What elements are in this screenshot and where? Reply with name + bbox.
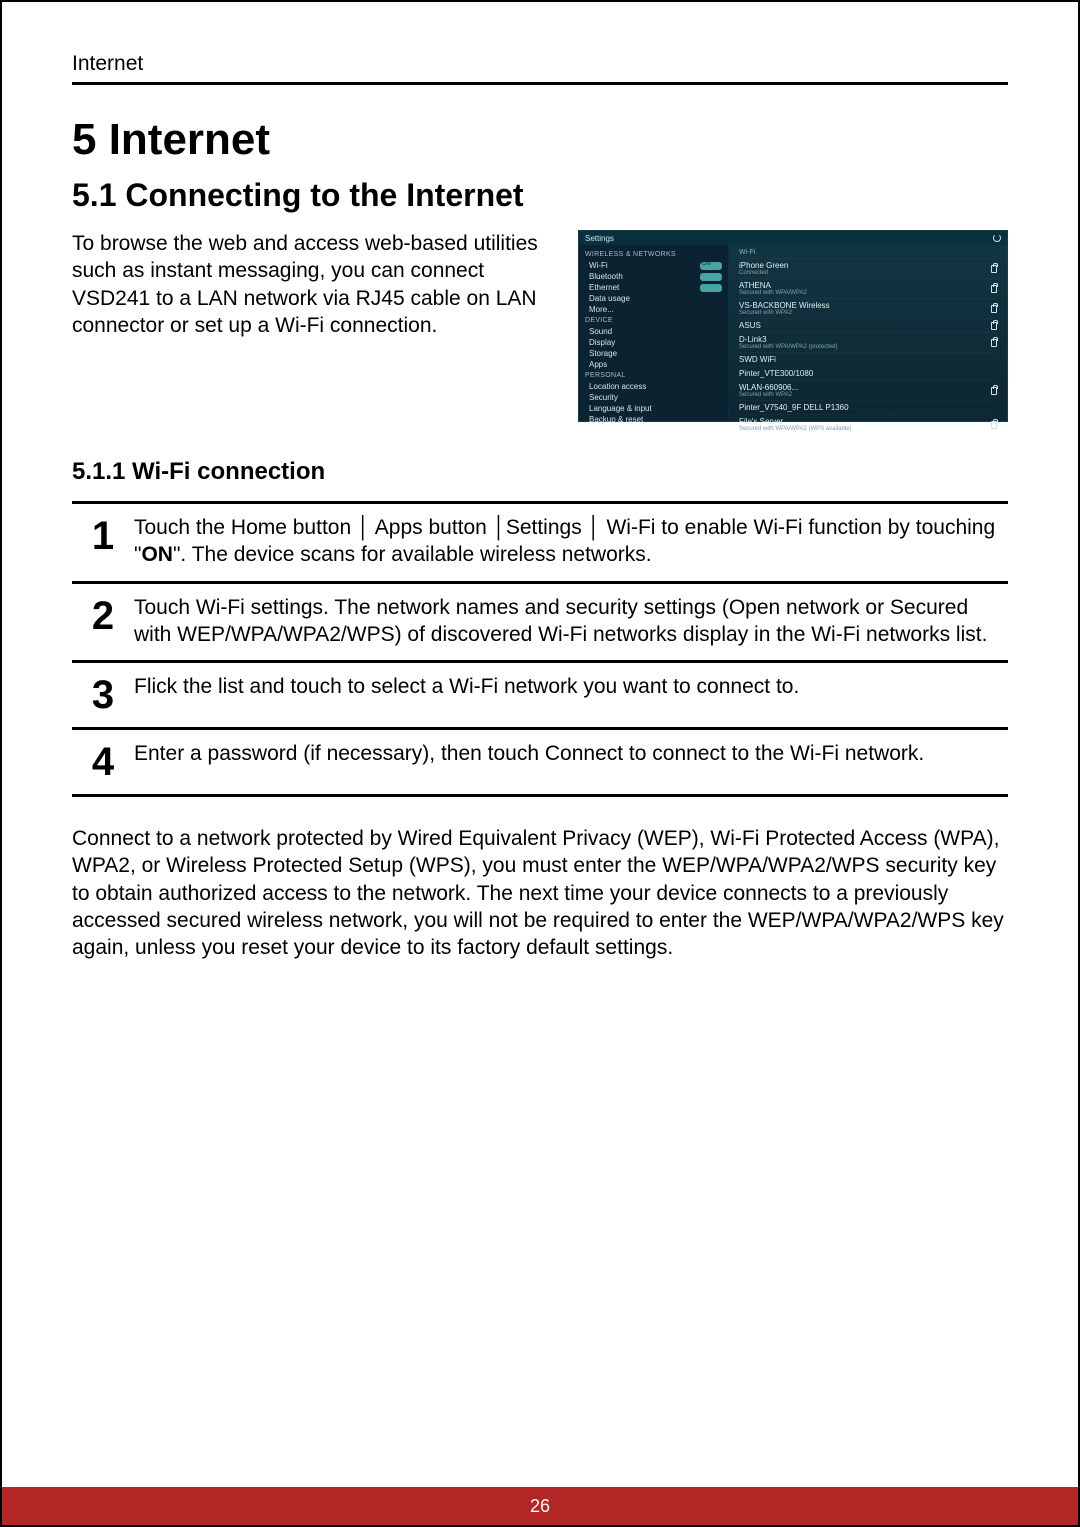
wifi-row: ATHENASecured with WPA/WPA2 (739, 278, 997, 298)
sidebar-item-bluetooth: Bluetooth (585, 271, 726, 282)
sidebar-item-security: Security (585, 392, 726, 403)
page-number: 26 (530, 1496, 550, 1517)
screenshot-title: Settings (585, 234, 614, 243)
settings-left-pane: WIRELESS & NETWORKS Wi-Fi Bluetooth Ethe… (579, 245, 729, 421)
left-section-label: DEVICE (585, 317, 726, 324)
sidebar-item-wifi: Wi-Fi (585, 260, 726, 271)
wifi-row: iPhone GreenConnected (739, 258, 997, 278)
step-row: 2 Touch Wi-Fi settings. The network name… (72, 581, 1008, 664)
refresh-icon (993, 234, 1001, 242)
page-footer: 26 (2, 1487, 1078, 1525)
sidebar-item-ethernet: Ethernet (585, 282, 726, 293)
sidebar-item-datausage: Data usage (585, 293, 726, 304)
lock-icon (991, 387, 997, 395)
lock-icon (991, 305, 997, 313)
sidebar-item-language: Language & input (585, 403, 726, 414)
wifi-row: SWD WiFi (739, 352, 997, 366)
toggle-icon (700, 284, 722, 292)
running-header: Internet (72, 52, 1008, 85)
lock-icon (991, 265, 997, 273)
wifi-row: Pinter_VTE300/1080 (739, 366, 997, 380)
toggle-on-icon (700, 262, 722, 270)
sidebar-item-backup: Backup & reset (585, 414, 726, 425)
right-pane-header: Wi-Fi (739, 249, 997, 256)
wifi-row: D-Link3Secured with WPA/WPA2 (protected) (739, 332, 997, 352)
screenshot-titlebar: Settings (579, 231, 1007, 245)
step-row: 1 Touch the Home button │ Apps button │S… (72, 501, 1008, 584)
step-text: Touch Wi-Fi settings. The network names … (134, 594, 1008, 649)
step-text: Touch the Home button │ Apps button │Set… (134, 514, 1008, 569)
lock-icon (991, 285, 997, 293)
lock-icon (991, 322, 997, 330)
subsection-heading: 5.1.1 Wi-Fi connection (72, 458, 1008, 486)
step-number: 3 (72, 673, 134, 715)
steps-list: 1 Touch the Home button │ Apps button │S… (72, 501, 1008, 797)
wifi-row: File's ServerSecured with WPA/WPA2 (WPS … (739, 414, 997, 434)
settings-right-pane: Wi-Fi iPhone GreenConnected ATHENASecure… (729, 245, 1007, 421)
step-row: 3 Flick the list and touch to select a W… (72, 660, 1008, 730)
sidebar-item-apps: Apps (585, 359, 726, 370)
document-page: Internet 5 Internet 5.1 Connecting to th… (0, 0, 1080, 1527)
intro-row: To browse the web and access web-based u… (72, 230, 1008, 422)
chapter-heading: 5 Internet (72, 115, 1008, 165)
step-number: 4 (72, 740, 134, 782)
step-number: 2 (72, 594, 134, 649)
left-section-label: PERSONAL (585, 372, 726, 379)
sidebar-item-location: Location access (585, 381, 726, 392)
step-row: 4 Enter a password (if necessary), then … (72, 727, 1008, 797)
wifi-row: Pinter_V7540_9F DELL P1360 (739, 400, 997, 414)
sidebar-item-storage: Storage (585, 348, 726, 359)
section-heading: 5.1 Connecting to the Internet (72, 177, 1008, 214)
left-section-label: WIRELESS & NETWORKS (585, 251, 726, 258)
sidebar-item-display: Display (585, 337, 726, 348)
lock-icon (991, 421, 997, 429)
settings-screenshot: Settings WIRELESS & NETWORKS Wi-Fi Bluet… (578, 230, 1008, 422)
step-text: Flick the list and touch to select a Wi-… (134, 673, 1008, 715)
lock-icon (991, 339, 997, 347)
toggle-icon (700, 273, 722, 281)
step-number: 1 (72, 514, 134, 569)
wifi-row: VS-BACKBONE WirelessSecured with WPA2 (739, 298, 997, 318)
wifi-row: WLAN-660906...Secured with WPA2 (739, 380, 997, 400)
intro-paragraph: To browse the web and access web-based u… (72, 230, 556, 339)
sidebar-item-more: More... (585, 304, 726, 315)
sidebar-item-sound: Sound (585, 326, 726, 337)
wifi-row: ASUS (739, 318, 997, 332)
closing-paragraph: Connect to a network protected by Wired … (72, 825, 1008, 961)
step-text: Enter a password (if necessary), then to… (134, 740, 1008, 782)
